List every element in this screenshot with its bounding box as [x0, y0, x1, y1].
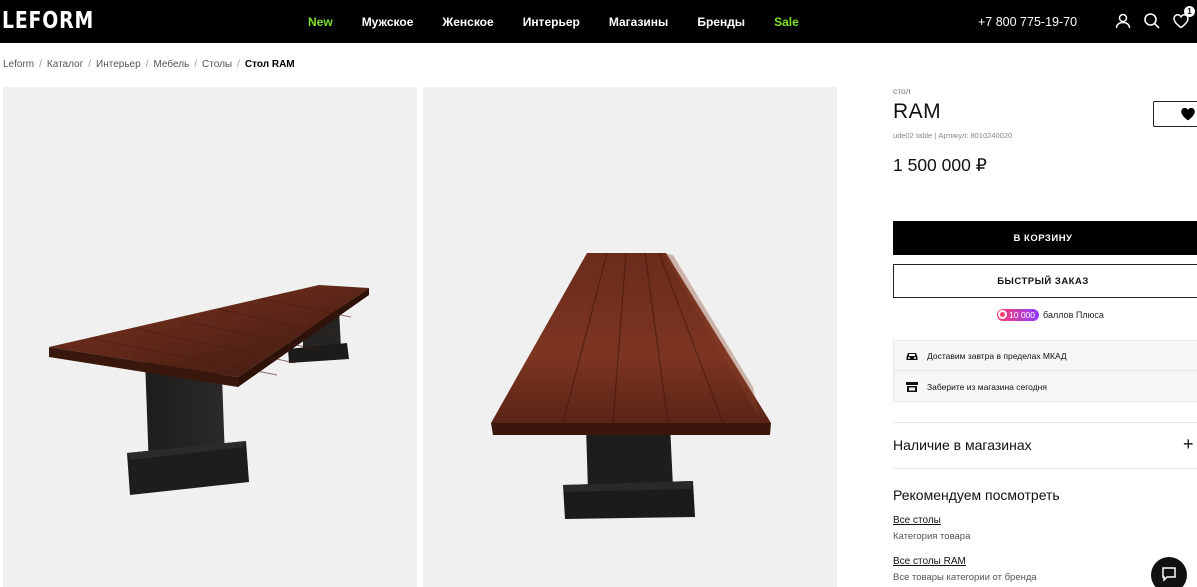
chat-button[interactable]	[1151, 557, 1187, 587]
phone-number[interactable]: +7 800 775-19-70	[978, 0, 1077, 43]
quick-order-button[interactable]: БЫСТРЫЙ ЗАКАЗ	[893, 264, 1197, 298]
plus-points-label: баллов Плюса	[1043, 309, 1104, 320]
product-photo-end[interactable]	[423, 87, 837, 587]
nav-item-new[interactable]: New	[308, 15, 333, 29]
nav-item-stores[interactable]: Магазины	[609, 15, 668, 29]
add-to-favorites-button[interactable]	[1153, 101, 1197, 127]
breadcrumb-separator: /	[237, 59, 240, 70]
product-title: RAM	[893, 100, 942, 123]
logo-text: LEFORM	[2, 8, 95, 34]
breadcrumb-furniture[interactable]: Мебель	[153, 59, 189, 70]
nav-item-interior[interactable]: Интерьер	[523, 15, 580, 29]
add-to-cart-button[interactable]: В КОРЗИНУ	[893, 221, 1197, 255]
product-kind: стол	[893, 86, 911, 96]
pickup-text: Заберите из магазина сегодня	[927, 382, 1047, 392]
plus-points: 10 000 баллов Плюса	[997, 308, 1104, 321]
expand-icon[interactable]: +	[1183, 435, 1197, 453]
chat-icon	[1162, 567, 1176, 582]
product-price: 1 500 000 ₽	[893, 155, 987, 175]
favorites-count-badge: 1	[1184, 6, 1195, 17]
logo[interactable]: LEFORM	[2, 6, 114, 36]
delivery-row: Доставим завтра в пределах МКАД	[894, 341, 1197, 371]
delivery-text: Доставим завтра в пределах МКАД	[927, 350, 1067, 361]
nav-item-men[interactable]: Мужское	[362, 15, 414, 29]
user-icon[interactable]	[1113, 11, 1133, 31]
breadcrumb-separator: /	[39, 59, 42, 70]
recommendation-link-all-tables[interactable]: Все столы	[893, 515, 941, 526]
plus-points-badge: 10 000	[997, 308, 1039, 321]
recommendation-link-all-ram-tables[interactable]: Все столы RAM	[893, 556, 966, 567]
divider	[893, 468, 1197, 469]
breadcrumb-home[interactable]: Leform	[3, 59, 34, 70]
store-availability-toggle[interactable]: Наличие в магазинах	[893, 437, 1032, 453]
breadcrumb: Leform / Каталог / Интерьер / Мебель / Столы / Сто…	[3, 59, 295, 70]
plus-points-value: 10 000	[1009, 309, 1035, 320]
divider	[893, 422, 1197, 423]
car-icon	[906, 352, 918, 360]
delivery-options: Доставим завтра в пределах МКАД Заберите…	[893, 340, 1197, 402]
main-nav: New Мужское Женское Интерьер Магазины Бр…	[308, 0, 828, 43]
nav-item-brands[interactable]: Бренды	[697, 15, 745, 29]
plus-icon	[998, 310, 1007, 319]
breadcrumb-interior[interactable]: Интерьер	[96, 59, 141, 70]
recommendations-title: Рекомендуем посмотреть	[893, 487, 1060, 503]
breadcrumb-catalog[interactable]: Каталог	[47, 59, 83, 70]
breadcrumb-tables[interactable]: Столы	[202, 59, 232, 70]
breadcrumb-separator: /	[88, 59, 92, 70]
breadcrumb-separator: /	[194, 59, 198, 70]
product-sku: ude02 table | Артикул: 8010240020	[893, 131, 1013, 140]
search-icon[interactable]	[1142, 11, 1162, 31]
nav-item-women[interactable]: Женское	[442, 15, 493, 29]
nav-item-sale[interactable]: Sale	[774, 15, 799, 29]
pickup-row: Заберите из магазина сегодня	[894, 372, 1197, 402]
recommendation-subtitle: Все товары категории от бренда	[893, 572, 1037, 583]
top-header: LEFORM New Мужское Женское Интерьер Мага…	[0, 0, 1197, 43]
heart-icon	[1181, 107, 1195, 121]
breadcrumb-separator: /	[145, 59, 149, 70]
store-icon	[906, 382, 918, 392]
recommendation-subtitle: Категория товара	[893, 531, 971, 542]
breadcrumb-current: Стол RAM	[244, 59, 295, 70]
product-photo-side[interactable]	[3, 87, 417, 587]
